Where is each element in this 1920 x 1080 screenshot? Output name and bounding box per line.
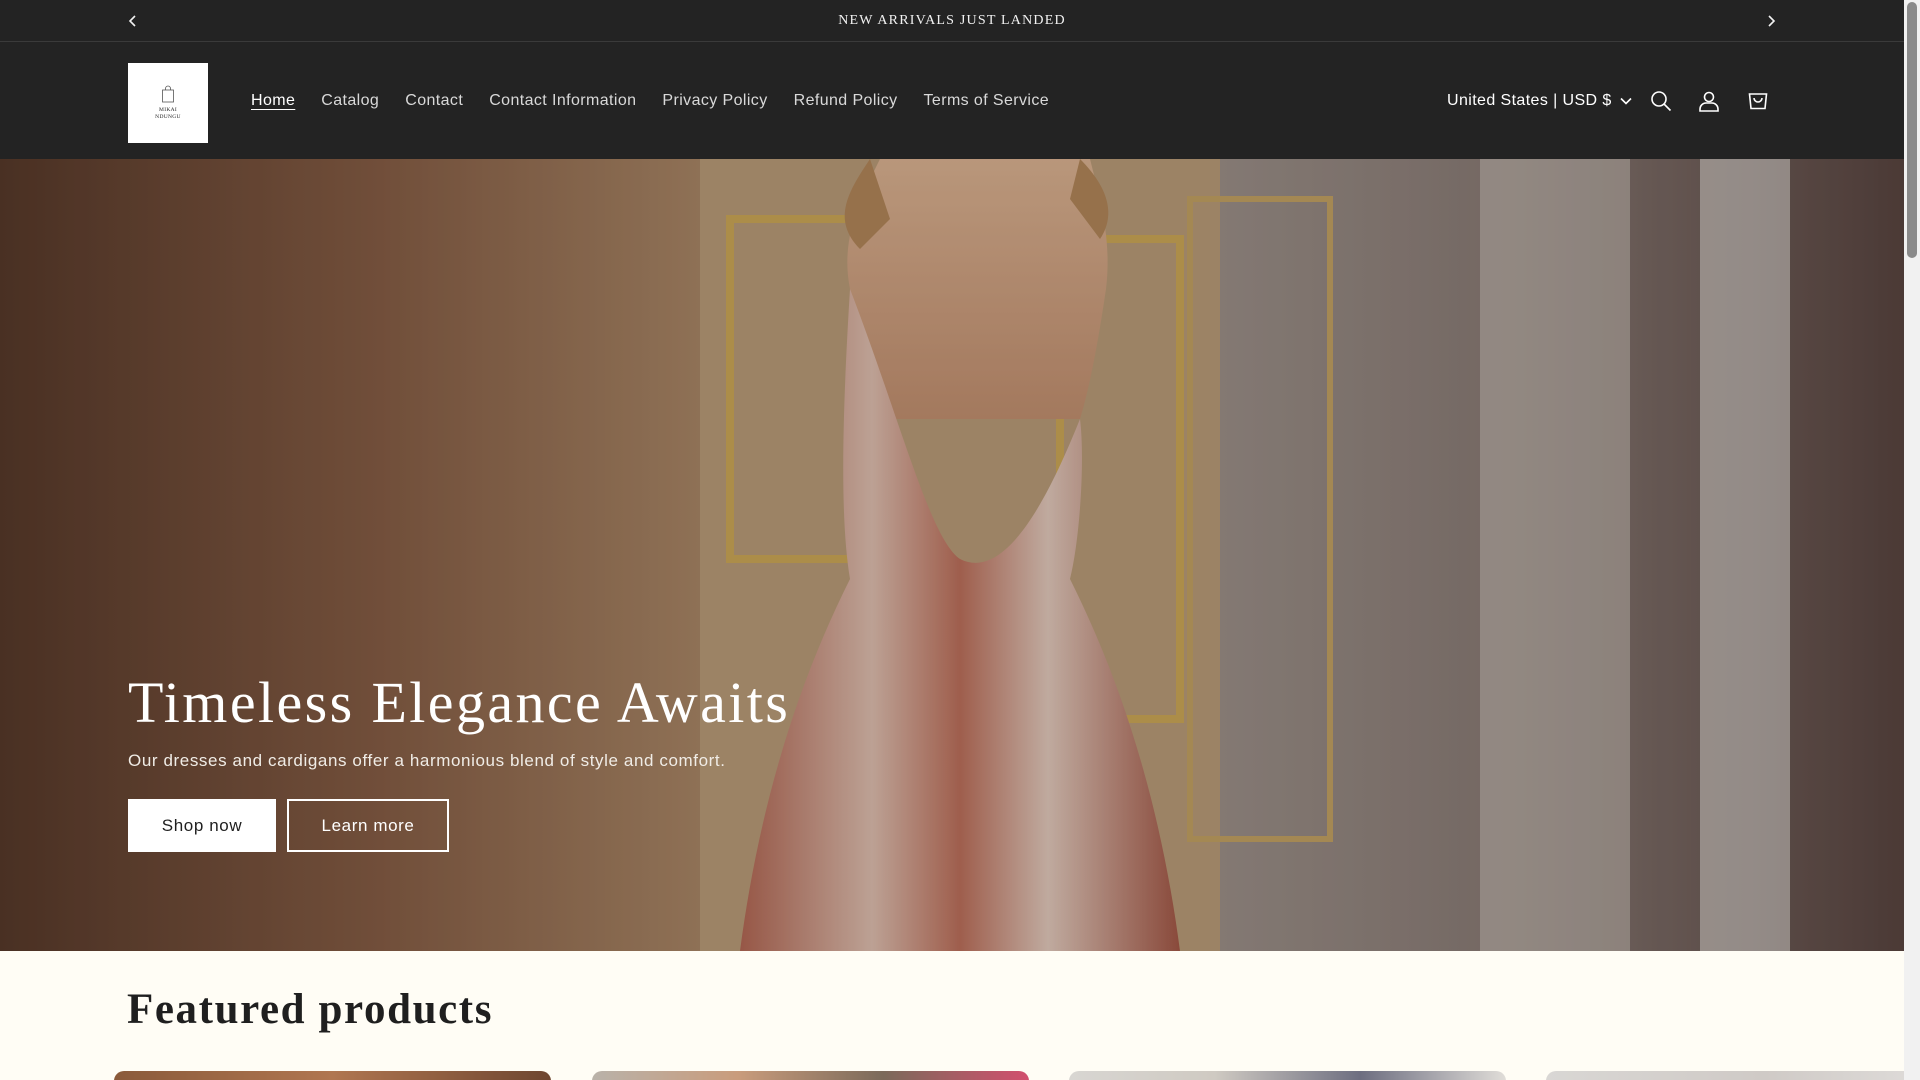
- country-currency-label: United States | USD $: [1447, 91, 1612, 109]
- learn-more-button[interactable]: Learn more: [287, 799, 449, 852]
- store-logo[interactable]: MIKAI NDUNGU: [128, 63, 208, 143]
- product-card[interactable]: [592, 1071, 1029, 1080]
- shop-now-button[interactable]: Shop now: [128, 799, 276, 852]
- cart-button[interactable]: [1743, 86, 1773, 116]
- shopping-bag-icon: [162, 85, 174, 103]
- hero-overlay: [0, 159, 1904, 951]
- featured-products-title: Featured products: [127, 986, 494, 1033]
- nav-home[interactable]: Home: [251, 92, 295, 110]
- product-card[interactable]: [114, 1071, 551, 1080]
- chevron-right-icon: [1768, 15, 1776, 27]
- hero-title: Timeless Elegance Awaits: [128, 670, 791, 735]
- product-card[interactable]: [1546, 1071, 1904, 1080]
- page: NEW ARRIVALS JUST LANDED MIKAI NDUNGU Ho…: [0, 0, 1904, 1080]
- nav-terms-of-service[interactable]: Terms of Service: [924, 92, 1050, 110]
- announcement-prev-button[interactable]: [122, 10, 144, 32]
- nav-refund-policy[interactable]: Refund Policy: [794, 92, 898, 110]
- country-currency-selector[interactable]: United States | USD $: [1447, 42, 1632, 159]
- hero-subtitle: Our dresses and cardigans offer a harmon…: [128, 751, 726, 770]
- site-header: MIKAI NDUNGU Home Catalog Contact Contac…: [0, 42, 1904, 159]
- chevron-left-icon: [128, 15, 136, 27]
- main-nav: Home Catalog Contact Contact Information…: [251, 42, 1049, 159]
- nav-catalog[interactable]: Catalog: [321, 92, 379, 110]
- logo-text-line1: MIKAI: [159, 107, 177, 113]
- account-button[interactable]: [1694, 86, 1724, 116]
- chevron-down-icon: [1620, 97, 1632, 105]
- logo-text-line2: NDUNGU: [155, 114, 181, 120]
- hero-banner: Timeless Elegance Awaits Our dresses and…: [0, 159, 1904, 951]
- account-icon: [1699, 91, 1719, 112]
- announcement-bar: NEW ARRIVALS JUST LANDED: [0, 0, 1904, 42]
- nav-privacy-policy[interactable]: Privacy Policy: [662, 92, 767, 110]
- nav-contact-information[interactable]: Contact Information: [489, 92, 636, 110]
- scrollbar-thumb[interactable]: [1907, 2, 1917, 258]
- announcement-text: NEW ARRIVALS JUST LANDED: [838, 12, 1066, 28]
- product-card[interactable]: [1069, 1071, 1506, 1080]
- cart-icon: [1748, 93, 1768, 110]
- search-button[interactable]: [1646, 86, 1676, 116]
- nav-contact[interactable]: Contact: [405, 92, 463, 110]
- announcement-next-button[interactable]: [1760, 10, 1782, 32]
- search-icon: [1651, 91, 1672, 112]
